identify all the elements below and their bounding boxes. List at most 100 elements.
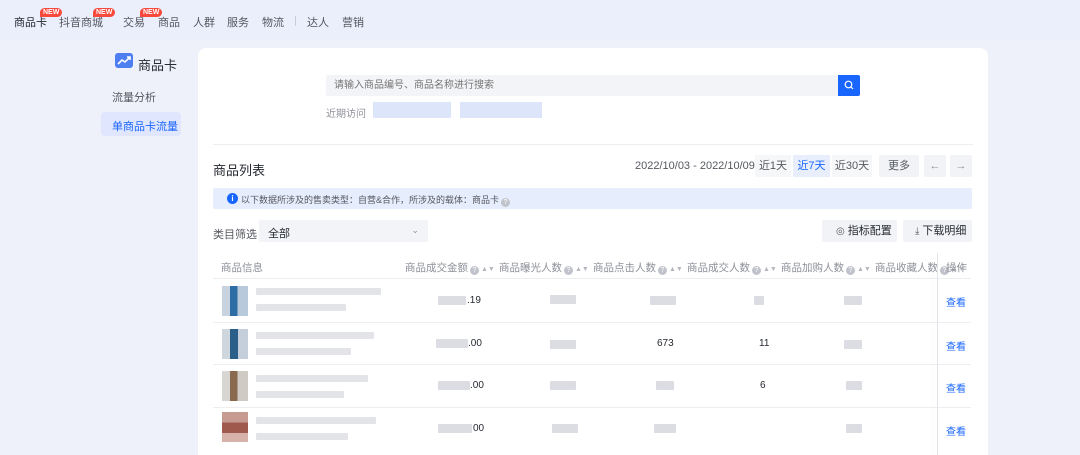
product-id bbox=[256, 348, 351, 355]
sidebar-item-label: 单商品卡流量 bbox=[112, 121, 178, 133]
amount-masked bbox=[438, 381, 470, 390]
help-icon: ? bbox=[846, 266, 855, 275]
amount-masked bbox=[436, 339, 468, 348]
amount-tail: .19 bbox=[467, 295, 481, 306]
category-select[interactable]: 全部 ⌄ bbox=[259, 220, 428, 242]
deal-masked bbox=[754, 296, 764, 305]
amount-masked bbox=[438, 296, 466, 305]
nav-item-product[interactable]: 商品 bbox=[158, 14, 180, 30]
download-button[interactable]: ⤓ 下载明细 bbox=[903, 220, 972, 242]
col-deal-amount[interactable]: 商品成交金额? ▲▼ bbox=[405, 260, 495, 275]
exposure-masked bbox=[550, 340, 576, 349]
col-deal-users[interactable]: 商品成交人数? ▲▼ bbox=[687, 260, 777, 275]
fixed-column-shadow bbox=[937, 253, 938, 455]
product-id bbox=[256, 433, 348, 440]
search-input[interactable] bbox=[326, 75, 838, 96]
period-30-days[interactable]: 近30天 bbox=[832, 155, 872, 177]
view-link[interactable]: 查看 bbox=[946, 380, 966, 395]
nav-item-logistics[interactable]: 物流 bbox=[262, 14, 284, 30]
product-thumbnail[interactable] bbox=[222, 371, 248, 401]
help-icon: ? bbox=[658, 266, 667, 275]
sort-icon: ▲▼ bbox=[763, 266, 777, 273]
help-icon[interactable]: ? bbox=[501, 198, 511, 207]
more-periods-button[interactable]: 更多 bbox=[879, 155, 919, 177]
sort-icon: ▲▼ bbox=[575, 266, 589, 273]
view-link[interactable]: 查看 bbox=[946, 423, 966, 438]
row-divider bbox=[213, 407, 971, 408]
search-icon bbox=[844, 80, 854, 90]
col-product-info: 商品信息 bbox=[221, 262, 263, 274]
product-name[interactable] bbox=[256, 417, 376, 424]
sidebar-item-single-card-traffic[interactable]: 单商品卡流量 bbox=[101, 112, 181, 136]
chevron-down-icon: ⌄ bbox=[411, 225, 419, 235]
exposure-masked bbox=[552, 424, 578, 433]
cart-masked bbox=[844, 340, 862, 349]
search-button[interactable] bbox=[838, 75, 860, 96]
category-select-value: 全部 bbox=[268, 228, 290, 240]
product-name[interactable] bbox=[256, 332, 374, 339]
recent-visits-label: 近期访问 bbox=[326, 109, 366, 120]
nav-item-marketing[interactable]: 营销 bbox=[342, 14, 364, 30]
amount-tail: .00 bbox=[468, 338, 482, 349]
nav-item-crowd[interactable]: 人群 bbox=[193, 14, 215, 30]
product-id bbox=[256, 304, 346, 311]
clicks-masked bbox=[656, 381, 674, 390]
search-box bbox=[326, 75, 838, 96]
col-clicks[interactable]: 商品点击人数? ▲▼ bbox=[593, 260, 683, 275]
amount-tail: .00 bbox=[470, 380, 484, 391]
cart-masked bbox=[846, 424, 862, 433]
amount-masked bbox=[438, 424, 472, 433]
nav-item-influencer[interactable]: 达人 bbox=[307, 14, 329, 30]
date-range[interactable]: 2022/10/03 - 2022/10/09 bbox=[635, 160, 755, 172]
product-id bbox=[256, 391, 344, 398]
product-thumbnail[interactable] bbox=[222, 286, 248, 316]
col-action: 操作 bbox=[946, 262, 967, 274]
col-exposure[interactable]: 商品曝光人数? ▲▼ bbox=[499, 260, 589, 275]
row-divider bbox=[213, 364, 971, 365]
nav-item-service[interactable]: 服务 bbox=[227, 14, 249, 30]
product-thumbnail[interactable] bbox=[222, 329, 248, 359]
view-link[interactable]: 查看 bbox=[946, 338, 966, 353]
nav-divider bbox=[295, 16, 296, 26]
exposure-masked bbox=[550, 381, 576, 390]
arrow-left-icon[interactable]: ← bbox=[924, 155, 946, 177]
info-bar: i 以下数据所涉及的售卖类型：自营&合作，所涉及的载体：商品卡? bbox=[213, 188, 972, 209]
arrow-right-icon[interactable]: → bbox=[950, 155, 972, 177]
sidebar-item-traffic-analysis[interactable]: 流量分析 bbox=[112, 89, 156, 105]
cart-masked bbox=[844, 296, 862, 305]
exposure-masked bbox=[550, 295, 576, 304]
top-nav: 商品卡 NEW 抖音商城 NEW 交易 NEW 商品 人群 服务 物流 达人 营… bbox=[0, 0, 1080, 40]
product-name[interactable] bbox=[256, 288, 381, 295]
col-cart-users[interactable]: 商品加购人数? ▲▼ bbox=[781, 260, 871, 275]
header-divider bbox=[213, 278, 971, 279]
period-7-days[interactable]: 近7天 bbox=[793, 155, 830, 177]
recent-visit-chip[interactable] bbox=[373, 102, 451, 118]
deal-value: 11 bbox=[759, 338, 770, 349]
sort-icon: ▲▼ bbox=[669, 266, 683, 273]
category-filter-label: 类目筛选 bbox=[213, 229, 257, 241]
trend-icon bbox=[115, 53, 133, 68]
period-1-day[interactable]: 近1天 bbox=[755, 155, 791, 177]
help-icon: ? bbox=[564, 266, 573, 275]
info-icon: i bbox=[227, 193, 238, 204]
sidebar-title: 商品卡 bbox=[138, 58, 178, 73]
amount-tail: 00 bbox=[473, 423, 485, 434]
divider bbox=[213, 144, 973, 145]
view-link[interactable]: 查看 bbox=[946, 294, 966, 309]
product-name[interactable] bbox=[256, 375, 368, 382]
product-thumbnail[interactable] bbox=[222, 412, 248, 442]
cart-masked bbox=[846, 381, 862, 390]
clicks-masked bbox=[650, 296, 676, 305]
help-icon: ? bbox=[470, 266, 479, 275]
deal-value: 6 bbox=[760, 380, 766, 391]
clicks-value: 673 bbox=[657, 338, 674, 349]
metrics-config-button[interactable]: ◎ 指标配置 bbox=[822, 220, 897, 242]
sort-icon: ▲▼ bbox=[857, 266, 871, 273]
info-text: 以下数据所涉及的售卖类型：自营&合作，所涉及的载体：商品卡? bbox=[241, 193, 511, 207]
new-badge: NEW bbox=[93, 8, 116, 17]
row-divider bbox=[213, 322, 971, 323]
settings-icon: ◎ bbox=[836, 226, 845, 237]
recent-visit-chip[interactable] bbox=[460, 102, 542, 118]
main-card: 近期访问 商品列表 2022/10/03 - 2022/10/09 近1天 近7… bbox=[198, 48, 988, 455]
list-title: 商品列表 bbox=[213, 163, 266, 178]
